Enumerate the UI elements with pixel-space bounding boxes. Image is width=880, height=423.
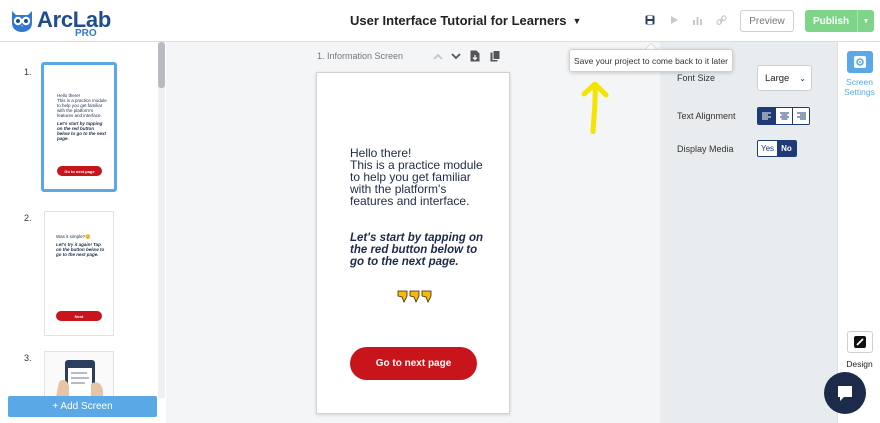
chevron-down-icon[interactable] (450, 50, 462, 62)
gear-icon (854, 56, 866, 68)
design-label[interactable]: Design (838, 359, 880, 369)
screen-number: 1. (24, 67, 32, 77)
screen-preview[interactable]: Hello there! This is a practice module t… (316, 72, 510, 414)
play-icon[interactable] (667, 13, 681, 27)
chevron-up-icon[interactable] (432, 50, 444, 62)
font-size-label: Font Size (677, 73, 716, 83)
phone-hand-image (45, 352, 113, 400)
design-button[interactable] (847, 331, 873, 353)
screen-thumbnail-3[interactable] (44, 351, 114, 401)
go-to-next-page-button[interactable]: Go to next page (350, 347, 477, 380)
preview-button[interactable]: Preview (740, 10, 794, 32)
display-media-toggle: Yes No (757, 140, 797, 157)
publish-button[interactable]: Publish ▼ (805, 10, 874, 32)
align-left-button[interactable] (758, 108, 775, 124)
owl-logo-icon (12, 11, 32, 32)
publish-label: Publish (812, 15, 850, 27)
scrollbar-thumb[interactable] (158, 42, 165, 88)
thumb-line: Was it simple?😊 (56, 234, 91, 239)
logo-pro-badge: PRO (75, 28, 97, 39)
display-media-yes-button[interactable]: Yes (758, 141, 777, 156)
hand-pointing-down-icon (397, 290, 432, 303)
logo-wordmark: ArcLab (37, 7, 111, 32)
thumb-line: This is a practice module to help you ge… (57, 98, 107, 118)
align-right-button[interactable] (792, 108, 809, 124)
caret-down-icon: ▼ (572, 15, 582, 26)
add-screen-button[interactable]: + Add Screen (8, 396, 157, 417)
publish-dropdown-icon[interactable]: ▼ (857, 10, 874, 32)
right-rail: Screen Settings Design (837, 42, 880, 423)
screen-settings-button[interactable] (847, 51, 873, 73)
thumb-text: Was it simple?😊 Let's try it again! Tap … (56, 234, 106, 257)
yellow-annotation-arrow-icon (581, 82, 609, 134)
align-center-icon (779, 112, 789, 120)
export-icon[interactable] (469, 50, 481, 62)
screen-thumbnail-2[interactable]: Was it simple?😊 Let's try it again! Tap … (44, 211, 114, 336)
screen-thumbnail-1[interactable]: Hello there! This is a practice module t… (41, 62, 117, 192)
chevron-down-icon: ⌄ (799, 74, 806, 83)
screen-settings-panel: Font Size Large ⌄ Text Alignment Display… (660, 42, 837, 423)
sidebar-scrollbar[interactable] (158, 42, 165, 398)
top-bar: ArcLab PRO User Interface Tutorial for L… (0, 0, 880, 42)
body-text[interactable]: Hello there! This is a practice module t… (350, 147, 490, 207)
save-tooltip: Save your project to come back to it lat… (569, 49, 733, 72)
screen-title: 1. Information Screen (317, 51, 404, 61)
text-alignment-label: Text Alignment (677, 111, 736, 121)
align-right-icon (796, 112, 806, 120)
chat-support-button[interactable] (824, 372, 866, 414)
pointing-down-emoji (397, 289, 433, 303)
align-center-button[interactable] (775, 108, 792, 124)
thumb-button: Next (56, 311, 102, 321)
screen-number: 3. (24, 353, 32, 363)
thumb-line: Let's start by tapping on the red button… (57, 121, 106, 141)
project-title: User Interface Tutorial for Learners (350, 13, 567, 28)
body-italic-text[interactable]: Let's start by tapping on the red button… (350, 232, 490, 268)
display-media-no-button[interactable]: No (777, 141, 796, 156)
thumb-text: Hello there! This is a practice module t… (57, 93, 107, 141)
thumb-button: Go to next page (57, 166, 102, 176)
screens-sidebar: 1. Hello there! This is a practice modul… (0, 42, 166, 423)
screen-number: 2. (24, 213, 32, 223)
font-size-value: Large (765, 72, 790, 84)
thumb-line: Let's try it again! Tap on the button be… (56, 242, 105, 257)
copy-icon[interactable] (489, 50, 501, 62)
align-left-icon (762, 112, 771, 120)
font-size-select[interactable]: Large ⌄ (757, 65, 812, 91)
save-icon[interactable] (643, 13, 657, 27)
link-icon[interactable] (714, 13, 728, 27)
analytics-icon[interactable] (690, 13, 704, 27)
text-alignment-group (757, 107, 810, 125)
arclab-logo[interactable]: ArcLab PRO (9, 7, 111, 39)
palette-icon (854, 336, 866, 348)
screen-settings-label[interactable]: Screen Settings (838, 77, 880, 97)
project-title-dropdown[interactable]: User Interface Tutorial for Learners ▼ (350, 13, 581, 28)
display-media-label: Display Media (677, 144, 734, 154)
chat-bubble-icon (838, 386, 852, 401)
body-line-2: This is a practice module to help you ge… (350, 158, 483, 208)
